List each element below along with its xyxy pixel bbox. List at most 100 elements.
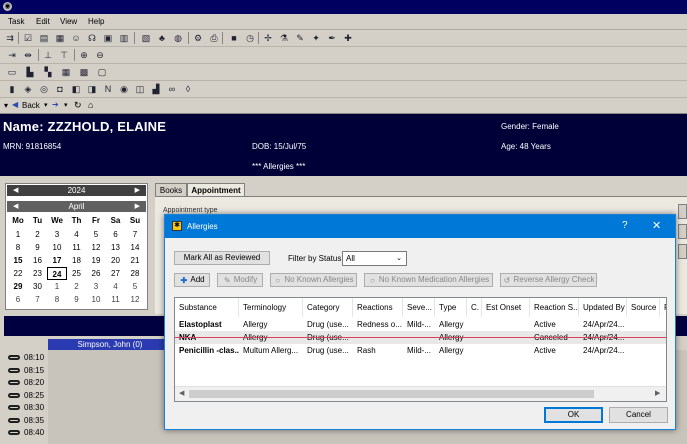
merge-icon[interactable]: ⇹ xyxy=(22,49,34,61)
stamp-icon[interactable]: ◈ xyxy=(22,83,34,95)
table-row[interactable]: NKAAllergyDrug (use...AllergyCanceled24/… xyxy=(175,331,666,344)
book-icon[interactable]: ▮ xyxy=(6,83,18,95)
chart-icon[interactable]: ▦ xyxy=(54,32,66,44)
globe-icon[interactable]: ◎ xyxy=(38,83,50,95)
calendar-day[interactable]: 14 xyxy=(125,241,145,254)
eye-icon[interactable]: ◉ xyxy=(118,83,130,95)
calendar-day[interactable]: 9 xyxy=(28,241,48,254)
calendar-day[interactable]: 28 xyxy=(125,267,145,280)
calendar-day[interactable]: 6 xyxy=(106,228,126,241)
calendar-day[interactable]: 3 xyxy=(86,280,106,293)
pill-icon[interactable]: ◍ xyxy=(172,32,184,44)
scroll-left-icon[interactable]: ◀ xyxy=(179,389,184,397)
calendar-day[interactable]: 27 xyxy=(106,267,126,280)
align-icon[interactable]: ⊥ xyxy=(42,49,54,61)
calendar-day[interactable]: 7 xyxy=(28,293,48,306)
side-button[interactable] xyxy=(678,244,687,259)
link-icon[interactable]: ∞ xyxy=(166,83,178,95)
calendar-day[interactable]: 11 xyxy=(106,293,126,306)
column-header[interactable]: Est Onset xyxy=(482,298,530,317)
column-header[interactable]: Source xyxy=(627,298,660,317)
column-header[interactable]: Updated By xyxy=(579,298,627,317)
forward-arrow-icon[interactable]: ➔ xyxy=(52,100,59,109)
calendar-day[interactable]: 30 xyxy=(28,280,48,293)
calendar-day[interactable]: 15 xyxy=(8,254,28,267)
calendar-day[interactable]: 2 xyxy=(28,228,48,241)
calendar-day[interactable]: 18 xyxy=(67,254,87,267)
column-header[interactable]: Terminology xyxy=(239,298,303,317)
column-header[interactable]: Category xyxy=(303,298,353,317)
inbox-icon[interactable]: ◘ xyxy=(54,83,66,95)
lock-icon[interactable]: ■ xyxy=(228,32,240,44)
network-icon[interactable]: ✢ xyxy=(262,32,274,44)
schedule-resource[interactable]: Simpson, John (0) xyxy=(48,339,172,350)
cancel-button[interactable]: Cancel xyxy=(609,407,668,423)
calendar-day[interactable]: 13 xyxy=(106,241,126,254)
calendar-day[interactable]: 8 xyxy=(47,293,67,306)
checklist-icon[interactable]: ☑ xyxy=(22,32,34,44)
next-year-icon[interactable]: ▶ xyxy=(135,185,140,196)
attach-icon[interactable]: ◊ xyxy=(182,83,194,95)
notepad-icon[interactable]: ◨ xyxy=(86,83,98,95)
column-header[interactable]: R xyxy=(660,298,666,317)
flask-icon[interactable]: ⚗ xyxy=(278,32,290,44)
calendar-day[interactable]: 19 xyxy=(86,254,106,267)
calendar-day[interactable]: 25 xyxy=(67,267,87,280)
column-header[interactable]: C. xyxy=(467,298,482,317)
column-header[interactable]: Reaction S... xyxy=(530,298,579,317)
calendar-day[interactable]: 7 xyxy=(125,228,145,241)
scroll-right-icon[interactable]: ▶ xyxy=(655,389,660,397)
tab-appointment[interactable]: Appointment xyxy=(187,183,245,196)
prev-year-icon[interactable]: ◀ xyxy=(13,185,18,196)
calendar-grid-icon[interactable]: ▩ xyxy=(78,66,90,78)
column-header[interactable]: Seve... xyxy=(403,298,435,317)
chart-bars-icon[interactable]: ▟ xyxy=(150,83,162,95)
scroll-thumb[interactable] xyxy=(189,390,594,398)
modify-button[interactable]: ✎ Modify xyxy=(217,273,263,287)
calendar-day[interactable]: 10 xyxy=(47,241,67,254)
reverse-allergy-check-button[interactable]: ↺ Reverse Allergy Check xyxy=(500,273,597,287)
home-icon[interactable]: ⌂ xyxy=(88,100,93,110)
syringe-icon[interactable]: ✚ xyxy=(342,32,354,44)
calendar-day[interactable]: 3 xyxy=(47,228,67,241)
table-icon[interactable]: ▦ xyxy=(60,66,72,78)
calendar-day[interactable]: 11 xyxy=(67,241,87,254)
calendar-day[interactable]: 9 xyxy=(67,293,87,306)
menu-task[interactable]: Task xyxy=(8,17,24,26)
clock-icon[interactable]: ◷ xyxy=(244,32,256,44)
calendar-day[interactable]: 16 xyxy=(28,254,48,267)
filter-status-select[interactable]: All ⌄ xyxy=(342,251,407,266)
calendar-day[interactable]: 21 xyxy=(125,254,145,267)
no-known-medication-allergies-button[interactable]: ○ No Known Medication Allergies xyxy=(364,273,493,287)
zoom-out-icon[interactable]: ⊖ xyxy=(94,49,106,61)
zoom-in-icon[interactable]: ⊕ xyxy=(78,49,90,61)
menu-view[interactable]: View xyxy=(60,17,77,26)
no-known-allergies-button[interactable]: ○ No Known Allergies xyxy=(270,273,357,287)
mark-all-reviewed-button[interactable]: Mark All as Reviewed xyxy=(174,251,270,265)
layout-icon[interactable]: ▭ xyxy=(6,66,18,78)
table-row[interactable]: Penicillin -clas... Multum Allerg... Drug … xyxy=(175,344,666,357)
back-dropdown-icon[interactable]: ▾ xyxy=(44,101,48,109)
report-icon[interactable]: ▤ xyxy=(38,32,50,44)
headset-icon[interactable]: ☊ xyxy=(86,32,98,44)
menu-edit[interactable]: Edit xyxy=(36,17,50,26)
calendar-icon[interactable]: ▣ xyxy=(102,32,114,44)
calendar-day[interactable]: 23 xyxy=(28,267,48,280)
tab-books[interactable]: Books xyxy=(155,183,187,196)
upload-icon[interactable]: ⊤ xyxy=(58,49,70,61)
calendar-day[interactable]: 29 xyxy=(8,280,28,293)
notes-icon[interactable]: N xyxy=(102,83,114,95)
calendar-day[interactable]: 12 xyxy=(86,241,106,254)
form-icon[interactable]: ▥ xyxy=(118,32,130,44)
calendar-day[interactable]: 8 xyxy=(8,241,28,254)
table-row[interactable]: Elastoplast Allergy Drug (use... Redness o.… xyxy=(175,318,666,331)
column-header[interactable]: Reactions xyxy=(353,298,403,317)
back-arrow-icon[interactable]: ◀ xyxy=(12,100,18,109)
calendar-day[interactable]: 4 xyxy=(67,228,87,241)
calendar-day[interactable]: 20 xyxy=(106,254,126,267)
building-icon[interactable]: ▙ xyxy=(24,66,36,78)
next-month-icon[interactable]: ▶ xyxy=(135,201,140,212)
prev-month-icon[interactable]: ◀ xyxy=(13,201,18,212)
print-icon[interactable]: ⎙ xyxy=(208,32,220,44)
pen-icon[interactable]: ✒ xyxy=(326,32,338,44)
